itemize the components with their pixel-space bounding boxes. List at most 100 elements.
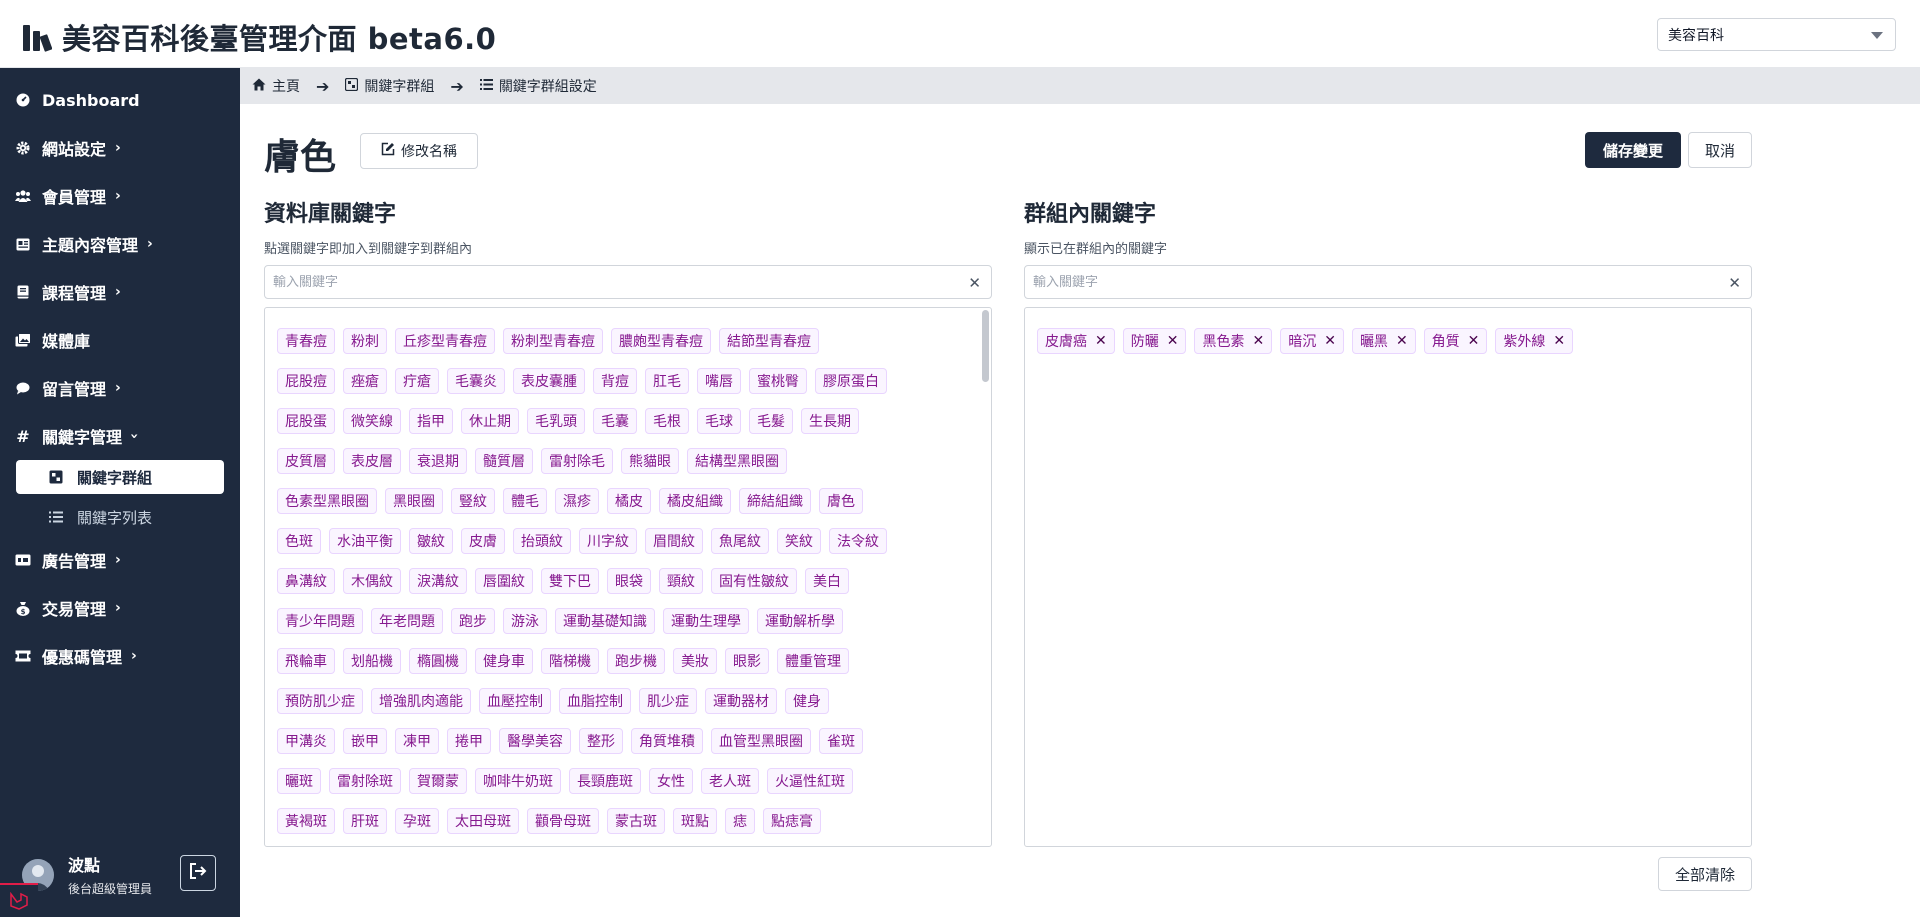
keyword-tag[interactable]: 疔瘡: [395, 368, 439, 394]
keyword-tag[interactable]: 結構型黑眼圈: [687, 448, 787, 474]
site-select[interactable]: 美容百科: [1657, 18, 1896, 51]
keyword-tag[interactable]: 醫學美容: [499, 728, 571, 754]
breadcrumb-home[interactable]: 主頁: [252, 76, 300, 96]
logout-button[interactable]: [180, 855, 216, 891]
selected-keyword-tag[interactable]: 曬黑 ✕: [1351, 328, 1416, 354]
keyword-tag[interactable]: 毛根: [645, 408, 689, 434]
selected-keyword-tag[interactable]: 紫外線 ✕: [1495, 328, 1574, 354]
keyword-tag[interactable]: 魚尾紋: [711, 528, 769, 554]
keyword-tag[interactable]: 生長期: [801, 408, 859, 434]
selected-keyword-tag[interactable]: 角質 ✕: [1423, 328, 1488, 354]
keyword-tag[interactable]: 蜜桃臀: [749, 368, 807, 394]
brand[interactable]: 美容百科後臺管理介面 beta6.0: [22, 16, 496, 58]
keyword-tag[interactable]: 角質堆積: [631, 728, 703, 754]
keyword-tag[interactable]: 橘皮: [607, 488, 651, 514]
keyword-tag[interactable]: 眉間紋: [645, 528, 703, 554]
keyword-tag[interactable]: 血管型黑眼圈: [711, 728, 811, 754]
keyword-tag[interactable]: 頸紋: [659, 568, 703, 594]
keyword-tag[interactable]: 水油平衡: [329, 528, 401, 554]
keyword-tag[interactable]: 鼻溝紋: [277, 568, 335, 594]
keyword-tag[interactable]: 木偶紋: [343, 568, 401, 594]
keyword-tag[interactable]: 運動解析學: [757, 608, 843, 634]
sidebar-item-comments[interactable]: 留言管理 ›: [0, 370, 240, 406]
remove-icon[interactable]: ✕: [1396, 333, 1408, 349]
keyword-tag[interactable]: 毛乳頭: [527, 408, 585, 434]
close-icon[interactable]: ✕: [968, 274, 981, 292]
keyword-tag[interactable]: 膿皰型青春痘: [611, 328, 711, 354]
keyword-tag[interactable]: 游泳: [503, 608, 547, 634]
selected-keyword-tag[interactable]: 暗沉 ✕: [1280, 328, 1344, 354]
clear-all-button[interactable]: 全部清除: [1658, 857, 1752, 891]
keyword-tag[interactable]: 粉刺: [343, 328, 387, 354]
remove-icon[interactable]: ✕: [1324, 333, 1336, 349]
keyword-tag[interactable]: 體重管理: [777, 648, 849, 674]
keyword-tag[interactable]: 毛髮: [749, 408, 793, 434]
keyword-tag[interactable]: 皮質層: [277, 448, 335, 474]
keyword-tag[interactable]: 太田母斑: [447, 808, 519, 834]
keyword-tag[interactable]: 美白: [805, 568, 849, 594]
keyword-tag[interactable]: 指甲: [409, 408, 453, 434]
keyword-tag[interactable]: 青少年問題: [277, 608, 363, 634]
keyword-tag[interactable]: 體毛: [503, 488, 547, 514]
keyword-tag[interactable]: 跑步機: [607, 648, 665, 674]
keyword-tag[interactable]: 色斑: [277, 528, 321, 554]
rename-button[interactable]: 修改名稱: [360, 133, 478, 169]
keyword-tag[interactable]: 痣: [725, 808, 755, 834]
keyword-tag[interactable]: 黑眼圈: [385, 488, 443, 514]
keyword-tag[interactable]: 長頸鹿斑: [569, 768, 641, 794]
sidebar-item-media[interactable]: 媒體庫: [0, 322, 240, 358]
keyword-tag[interactable]: 肝斑: [343, 808, 387, 834]
keyword-tag[interactable]: 血脂控制: [559, 688, 631, 714]
remove-icon[interactable]: ✕: [1468, 333, 1480, 349]
keyword-tag[interactable]: 火逼性紅斑: [767, 768, 853, 794]
keyword-tag[interactable]: 甲溝炎: [277, 728, 335, 754]
keyword-tag[interactable]: 斑點: [673, 808, 717, 834]
keyword-tag[interactable]: 濕疹: [555, 488, 599, 514]
keyword-tag[interactable]: 曬斑: [277, 768, 321, 794]
keyword-tag[interactable]: 毛囊: [593, 408, 637, 434]
sidebar-item-courses[interactable]: 課程管理 ›: [0, 274, 240, 310]
selected-keyword-tag[interactable]: 皮膚癌 ✕: [1037, 328, 1115, 354]
keyword-tag[interactable]: 皺紋: [409, 528, 453, 554]
keyword-tag[interactable]: 屁股痘: [277, 368, 335, 394]
group-keyword-search-input[interactable]: [1033, 274, 1693, 290]
database-keyword-search-input[interactable]: [273, 274, 933, 290]
keyword-tag[interactable]: 肌少症: [639, 688, 697, 714]
keyword-tag[interactable]: 女性: [649, 768, 693, 794]
keyword-tag[interactable]: 雷射除斑: [329, 768, 401, 794]
keyword-tag[interactable]: 川字紋: [579, 528, 637, 554]
keyword-tag[interactable]: 老人斑: [701, 768, 759, 794]
keyword-tag[interactable]: 唇圍紋: [475, 568, 533, 594]
keyword-tag[interactable]: 增強肌肉適能: [371, 688, 471, 714]
keyword-tag[interactable]: 咖啡牛奶斑: [475, 768, 561, 794]
keyword-tag[interactable]: 固有性皺紋: [711, 568, 797, 594]
sidebar-item-keywords[interactable]: # 關鍵字管理 ›: [0, 418, 240, 454]
save-button[interactable]: 儲存變更: [1585, 132, 1681, 168]
keyword-tag[interactable]: 屁股蛋: [277, 408, 335, 434]
keyword-tag[interactable]: 賀爾蒙: [409, 768, 467, 794]
keyword-tag[interactable]: 色素型黑眼圈: [277, 488, 377, 514]
keyword-tag[interactable]: 運動器材: [705, 688, 777, 714]
keyword-tag[interactable]: 橢圓機: [409, 648, 467, 674]
keyword-tag[interactable]: 皮膚: [461, 528, 505, 554]
cancel-button[interactable]: 取消: [1688, 132, 1752, 168]
keyword-tag[interactable]: 捲甲: [447, 728, 491, 754]
keyword-tag[interactable]: 顴骨母斑: [527, 808, 599, 834]
keyword-tag[interactable]: 凍甲: [395, 728, 439, 754]
remove-icon[interactable]: ✕: [1553, 333, 1565, 349]
sidebar-item-site-settings[interactable]: 網站設定 ›: [0, 130, 240, 166]
keyword-tag[interactable]: 抬頭紋: [513, 528, 571, 554]
keyword-tag[interactable]: 表皮囊腫: [513, 368, 585, 394]
keyword-tag[interactable]: 橘皮組織: [659, 488, 731, 514]
keyword-tag[interactable]: 休止期: [461, 408, 519, 434]
remove-icon[interactable]: ✕: [1167, 333, 1179, 349]
keyword-tag[interactable]: 締結組織: [739, 488, 811, 514]
keyword-tag[interactable]: 淚溝紋: [409, 568, 467, 594]
keyword-tag[interactable]: 雀斑: [819, 728, 863, 754]
keyword-tag[interactable]: 膠原蛋白: [815, 368, 887, 394]
keyword-tag[interactable]: 嘴唇: [697, 368, 741, 394]
keyword-tag[interactable]: 雙下巴: [541, 568, 599, 594]
sidebar-item-members[interactable]: 會員管理 ›: [0, 178, 240, 214]
keyword-tag[interactable]: 運動生理學: [663, 608, 749, 634]
keyword-tag[interactable]: 孕斑: [395, 808, 439, 834]
